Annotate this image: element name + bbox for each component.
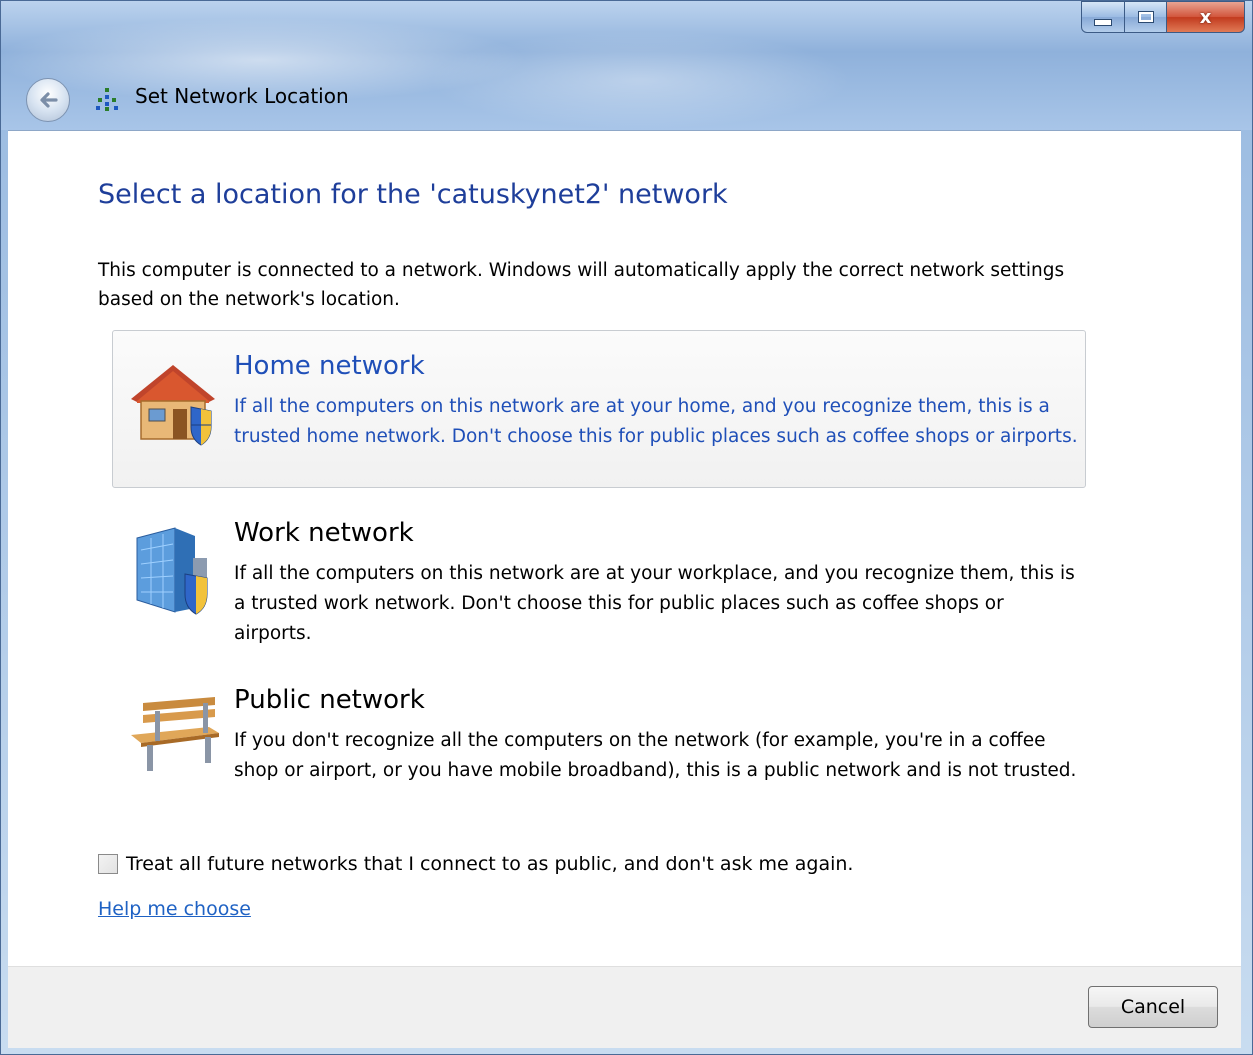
minimize-button[interactable]	[1081, 1, 1125, 33]
house-shield-icon	[131, 365, 215, 446]
home-network-option[interactable]: Home network If all the computers on thi…	[112, 330, 1086, 488]
intro-text: This computer is connected to a network.…	[98, 260, 1065, 310]
checkbox-label[interactable]: Treat all future networks that I connect…	[126, 853, 853, 875]
treat-as-public-checkbox[interactable]	[98, 854, 118, 874]
treat-as-public-row[interactable]: Treat all future networks that I connect…	[98, 853, 853, 875]
option-title: Work network	[234, 518, 414, 548]
option-description: If all the computers on this network are…	[234, 396, 1078, 447]
close-button[interactable]: x	[1167, 1, 1245, 33]
back-button[interactable]	[26, 78, 70, 122]
cancel-button[interactable]: Cancel	[1088, 986, 1218, 1028]
option-description: If you don't recognize all the computers…	[234, 730, 1077, 781]
title-bar: x Set Network Location	[0, 0, 1253, 130]
page-heading: Select a location for the 'catuskynet2' …	[98, 179, 728, 210]
option-description: If all the computers on this network are…	[234, 563, 1075, 644]
park-bench-icon	[131, 697, 219, 771]
network-icon	[96, 88, 118, 111]
maximize-icon	[1137, 11, 1154, 23]
maximize-button[interactable]	[1125, 1, 1167, 33]
work-network-option[interactable]: Work network If all the computers on thi…	[112, 497, 1086, 655]
public-network-option[interactable]: Public network If you don't recognize al…	[112, 664, 1086, 822]
caption-buttons: x	[1081, 1, 1245, 33]
dialog-footer: Cancel	[8, 966, 1241, 1048]
option-title: Home network	[234, 351, 425, 381]
option-title: Public network	[234, 685, 425, 715]
help-me-choose-link[interactable]: Help me choose	[98, 898, 251, 920]
minimize-icon	[1094, 18, 1112, 26]
office-building-shield-icon	[136, 527, 208, 615]
close-icon: x	[1199, 6, 1212, 28]
window-title: Set Network Location	[135, 84, 349, 108]
window-frame: x Set Network Location Select a location…	[0, 0, 1253, 1055]
dialog-content: Select a location for the 'catuskynet2' …	[8, 130, 1241, 966]
back-arrow-icon	[40, 92, 58, 108]
